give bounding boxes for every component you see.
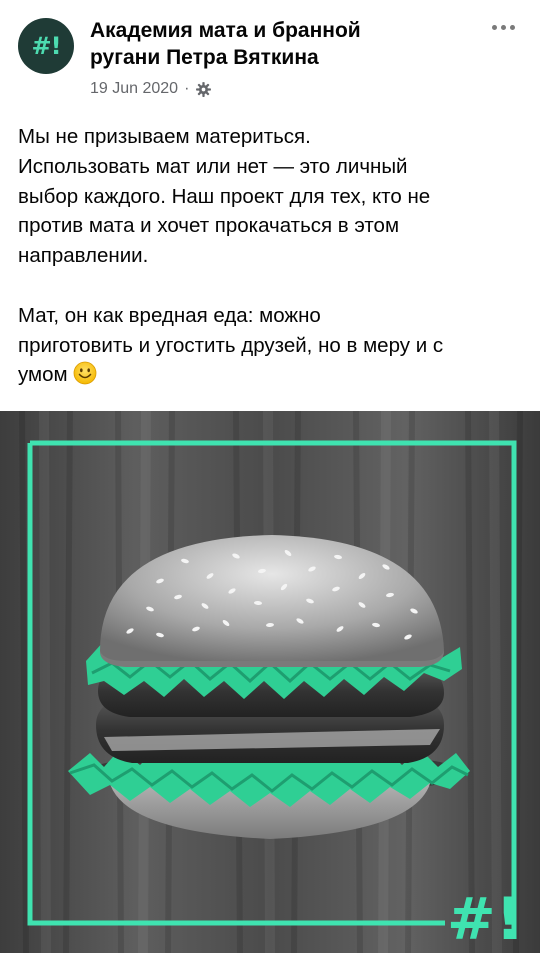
burger-illustration: #! xyxy=(0,411,540,953)
post-body: Мы не призываем материться. Использовать… xyxy=(18,122,528,390)
frame-mark-text: #! xyxy=(447,885,522,953)
post-date[interactable]: 19 Jun 2020 xyxy=(90,80,178,98)
post-header: #! Академия мата и бранной ругани Петра … xyxy=(0,0,540,118)
more-dot xyxy=(500,24,506,30)
avatar-logo-text: #! xyxy=(31,32,61,60)
post-paragraph-1: Мы не призываем материться. Использовать… xyxy=(18,125,431,268)
gear-icon xyxy=(196,81,212,97)
smiling-face-emoji-icon xyxy=(73,361,97,385)
more-dot xyxy=(491,24,497,30)
meta-separator: · xyxy=(184,80,190,97)
post-paragraph-2: Мат, он как вредная еда: можно приготови… xyxy=(18,301,528,390)
post-image[interactable]: #! xyxy=(0,411,540,953)
more-dot xyxy=(509,24,515,30)
post-meta: 19 Jun 2020 · xyxy=(90,80,212,98)
page-name-link[interactable]: Академия мата и бранной ругани Петра Вят… xyxy=(90,17,430,71)
more-dots-icon[interactable] xyxy=(488,20,518,34)
page-avatar[interactable]: #! xyxy=(18,18,74,74)
